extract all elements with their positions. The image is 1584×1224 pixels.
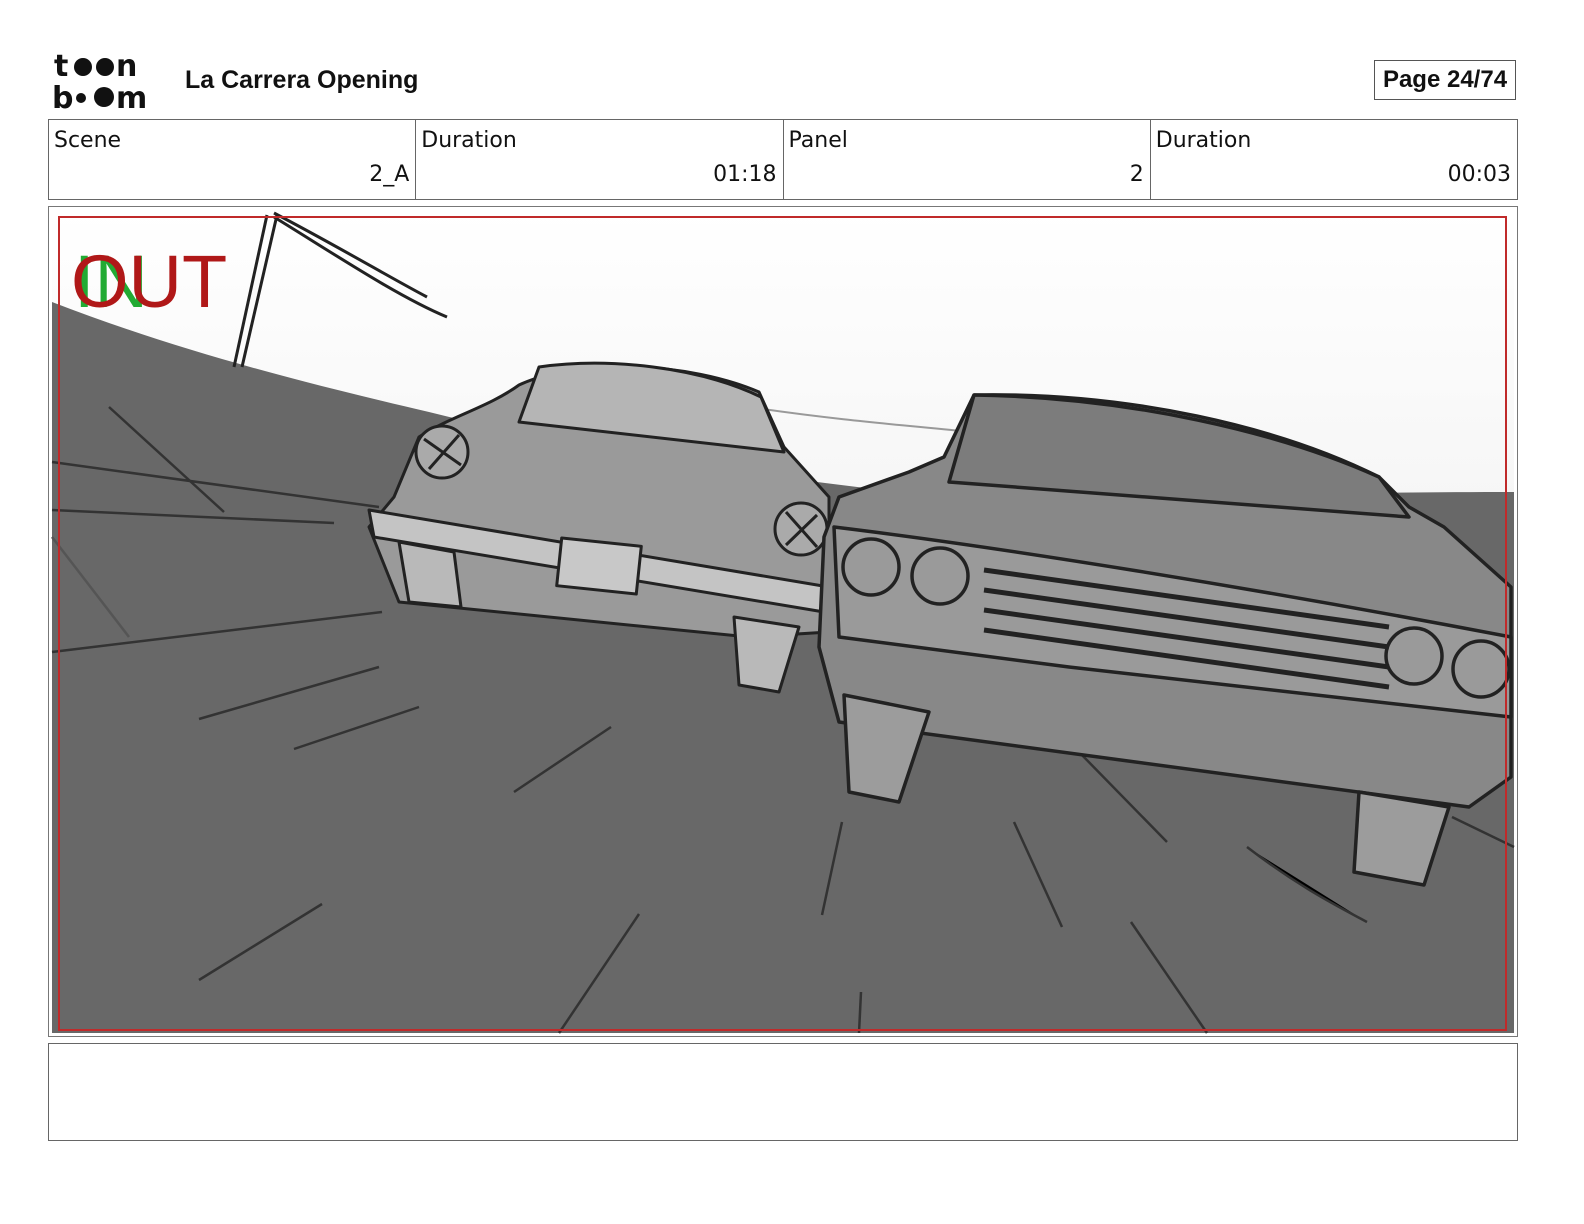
storyboard-panel: IN OUT (48, 206, 1518, 1037)
out-marker: OUT (71, 240, 227, 323)
scene-value: 2_A (369, 162, 410, 187)
svg-text:t: t (54, 50, 68, 84)
panel-notes (48, 1043, 1518, 1141)
panel-label: Panel (788, 128, 848, 153)
panel-duration-cell: Duration 00:03 (1149, 120, 1517, 199)
toon-boom-logo: t n b m (52, 49, 162, 116)
panel-value: 2 (1129, 162, 1144, 187)
scene-cell: Scene 2_A (49, 120, 415, 199)
svg-text:b: b (52, 81, 73, 112)
scene-label: Scene (54, 128, 122, 153)
scene-duration-value: 01:18 (713, 162, 777, 187)
panel-duration-label: Duration (1155, 128, 1252, 153)
page-indicator: Page 24/74 (1374, 60, 1516, 100)
project-title: La Carrera Opening (185, 66, 419, 94)
notes-text (49, 1044, 1517, 1064)
svg-text:n: n (116, 50, 137, 84)
scene-duration-label: Duration (421, 128, 517, 153)
panel-duration-value: 00:03 (1447, 162, 1511, 187)
panel-sketch: IN OUT (51, 210, 1515, 1034)
scene-info-table: Scene 2_A Duration 01:18 Panel 2 Duratio… (48, 119, 1518, 200)
svg-text:m: m (116, 81, 147, 112)
scene-duration-cell: Duration 01:18 (415, 120, 782, 199)
panel-cell: Panel 2 (782, 120, 1150, 199)
